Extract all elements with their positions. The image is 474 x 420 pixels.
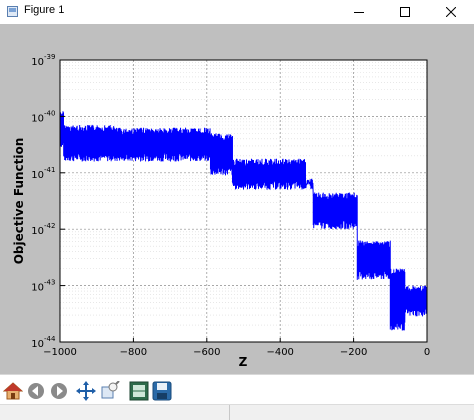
save-icon [152, 381, 172, 401]
status-bar [0, 404, 474, 420]
zoom-icon [101, 381, 120, 399]
chart: −1000 −800 −600 −400 −200 0 10 -3910 -4010 -4110… [12, 53, 430, 369]
y-tick-exponent: -41 [44, 166, 55, 174]
close-icon [446, 7, 456, 17]
x-tick-label: −200 [340, 347, 367, 358]
back-button[interactable] [25, 380, 47, 402]
axes-background [60, 60, 427, 342]
y-tick-label: 10 [31, 113, 44, 124]
minimize-button[interactable] [336, 0, 382, 24]
configure-subplots-button[interactable] [128, 380, 150, 402]
y-tick-label: 10 [31, 170, 44, 181]
save-button[interactable] [151, 380, 173, 402]
forward-button[interactable] [48, 380, 70, 402]
figure-canvas[interactable]: −1000 −800 −600 −400 −200 0 10 -39 10 -40 10 -41 10… [0, 24, 474, 374]
y-tick-exponent: -42 [44, 222, 55, 230]
forward-icon [51, 383, 67, 399]
app-icon [7, 6, 18, 17]
minimize-icon [354, 12, 364, 13]
x-axis-label: Z [239, 355, 248, 369]
y-tick-exponent: -39 [44, 53, 55, 61]
close-button[interactable] [428, 0, 474, 24]
window-titlebar: Figure 1 [0, 0, 474, 25]
pan-button[interactable] [75, 380, 97, 402]
subplots-icon [129, 381, 149, 401]
x-tick-label: −600 [193, 347, 220, 358]
y-tick-label: 10 [31, 57, 44, 68]
back-icon [28, 383, 44, 399]
y-tick-label: 10 [31, 283, 44, 294]
window-title: Figure 1 [24, 4, 65, 16]
maximize-button[interactable] [382, 0, 428, 24]
x-tick-label: −1000 [43, 347, 77, 358]
y-tick-label: 10 [31, 226, 44, 237]
home-button[interactable] [2, 380, 24, 402]
home-icon [3, 382, 23, 400]
maximize-icon [400, 7, 410, 17]
status-separator [229, 405, 230, 420]
y-tick-exponent: -44 [44, 335, 56, 343]
y-tick-label: 10 [31, 339, 44, 350]
y-tick-exponent: -40 [44, 109, 55, 117]
y-axis-label: Objective Function [12, 138, 26, 265]
pan-icon [76, 381, 96, 401]
y-tick-exponent: -43 [44, 279, 55, 287]
navigation-toolbar [0, 374, 474, 405]
zoom-button[interactable] [99, 380, 121, 402]
x-tick-label: −400 [266, 347, 293, 358]
x-tick-label: −800 [120, 347, 147, 358]
x-tick-label: 0 [424, 347, 430, 358]
